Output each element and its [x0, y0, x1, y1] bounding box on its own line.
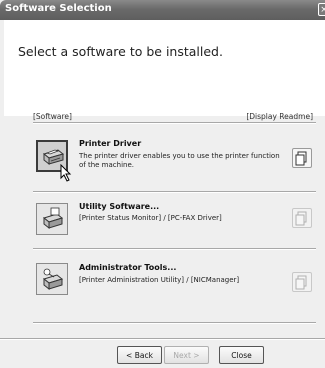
printer-driver-title: Printer Driver: [79, 139, 142, 148]
utility-software-icon: [42, 207, 64, 230]
divider: [33, 122, 316, 124]
printer-driver-description: The printer driver enables you to use th…: [79, 152, 280, 169]
mouse-pointer-icon: [60, 164, 72, 182]
back-button[interactable]: < Back: [117, 346, 162, 364]
title-bar: Software Selection ×: [0, 0, 325, 20]
administrator-tools-readme-button[interactable]: [292, 272, 312, 292]
readme-document-icon: [295, 151, 307, 166]
readme-document-icon: [295, 275, 307, 290]
divider: [33, 191, 316, 193]
readme-document-icon: [295, 211, 307, 226]
printer-driver-readme-button[interactable]: [292, 148, 312, 168]
divider: [33, 322, 316, 324]
utility-software-description: [Printer Status Monitor] / [PC-FAX Drive…: [79, 214, 222, 222]
button-area-separator: [0, 338, 325, 340]
close-window-button[interactable]: ×: [318, 3, 325, 16]
administrator-tools-description: [Printer Administration Utility] / [NICM…: [79, 276, 240, 284]
window-title: Software Selection: [5, 3, 112, 14]
utility-software-readme-button[interactable]: [292, 208, 312, 228]
utility-software-button[interactable]: [36, 203, 68, 235]
utility-software-title: Utility Software...: [79, 202, 160, 211]
next-button[interactable]: Next >: [164, 346, 209, 364]
close-button[interactable]: Close: [219, 346, 264, 364]
administrator-tools-title: Administrator Tools...: [79, 263, 177, 272]
software-selection-window: Software Selection × Select a software t…: [0, 0, 325, 368]
display-readme-column-label: [Display Readme]: [246, 112, 313, 121]
header-pane: [4, 20, 325, 116]
administrator-tools-button[interactable]: [36, 263, 68, 295]
administrator-tools-icon: [42, 268, 64, 291]
page-heading: Select a software to be installed.: [18, 44, 223, 59]
software-column-label: [Software]: [33, 112, 72, 121]
divider: [33, 248, 316, 250]
